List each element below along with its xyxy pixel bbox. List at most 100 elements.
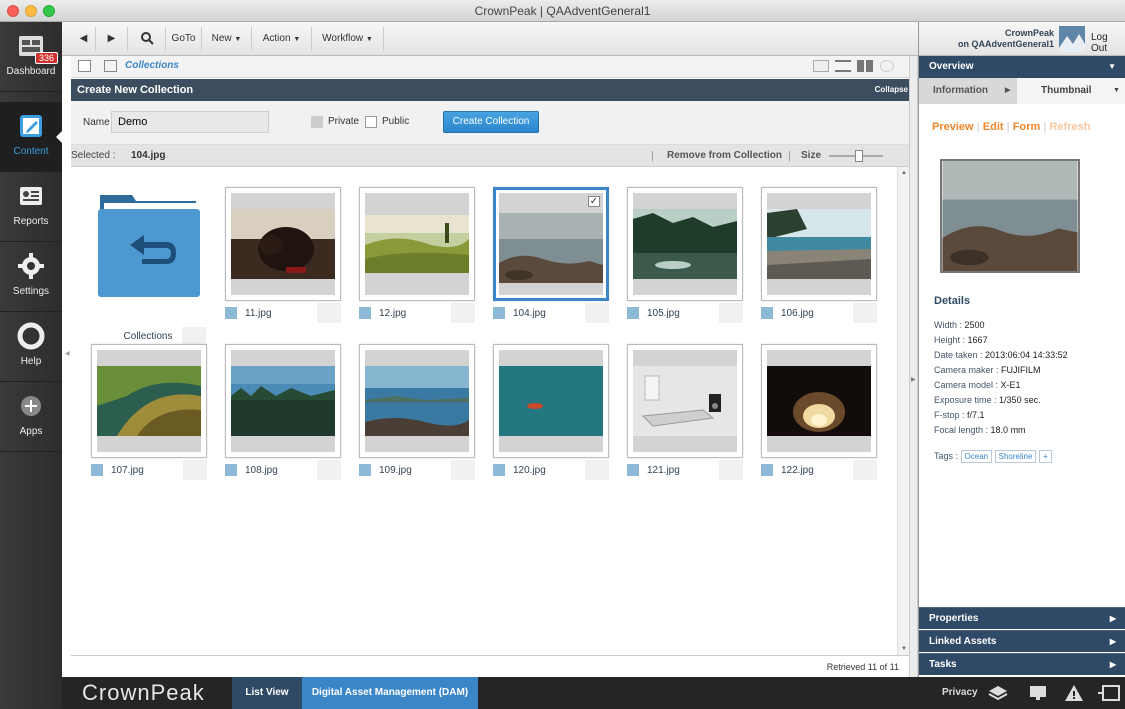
tag-ocean[interactable]: Ocean [960, 450, 993, 463]
collection-name-input[interactable] [111, 111, 269, 133]
workflow-menu-button[interactable]: Workflow ▼ [312, 27, 384, 51]
close-window-button[interactable] [7, 5, 19, 17]
asset-tile[interactable] [359, 344, 475, 458]
asset-tile[interactable] [359, 187, 475, 301]
detail-value: f/7.1 [967, 410, 985, 420]
refresh-link[interactable]: Refresh [1049, 121, 1090, 133]
tasks-section[interactable]: Tasks ▶ [919, 653, 1125, 675]
back-button[interactable]: ◀ [72, 27, 96, 51]
asset-checkbox[interactable] [225, 307, 237, 319]
asset-checkbox[interactable] [359, 464, 371, 476]
tab-information-label: Information [933, 85, 988, 96]
caption-box [719, 303, 743, 323]
lake-forest-thumbnail [231, 366, 335, 436]
warning-icon[interactable] [1064, 683, 1084, 703]
new-menu-button[interactable]: New ▼ [202, 27, 252, 51]
collections-folder[interactable] [96, 187, 200, 299]
linked-assets-label: Linked Assets [929, 636, 997, 647]
add-tag-button[interactable]: + [1038, 450, 1052, 463]
asset-checkbox[interactable] [493, 307, 505, 319]
asset-tile-selected[interactable]: ✓ [493, 187, 609, 301]
grid-toggle-icon[interactable] [104, 60, 117, 72]
dog-thumbnail [231, 209, 335, 279]
asset-checkbox[interactable] [627, 307, 639, 319]
forward-button[interactable]: ▶ [96, 27, 128, 51]
asset-tile[interactable] [91, 344, 207, 458]
edit-link[interactable]: Edit [983, 121, 1004, 133]
asset-tile[interactable] [493, 344, 609, 458]
tab-information[interactable]: Information ▶ [919, 78, 1017, 104]
asset-checkbox[interactable] [225, 464, 237, 476]
search-button[interactable] [128, 27, 166, 51]
asset-tile[interactable] [225, 187, 341, 301]
remove-from-collection-link[interactable]: Remove from Collection [667, 145, 782, 167]
asset-checkbox[interactable] [91, 464, 103, 476]
action-menu-button[interactable]: Action ▼ [252, 27, 312, 51]
asset-filename: 106.jpg [781, 308, 814, 319]
asset-caption: 107.jpg [91, 460, 207, 480]
asset-checkbox[interactable] [627, 464, 639, 476]
asset-tile[interactable] [225, 344, 341, 458]
logout-link[interactable]: Log Out [1091, 32, 1125, 54]
scroll-up-icon[interactable]: ▲ [901, 170, 907, 176]
tab-thumbnail[interactable]: Thumbnail ▼ [1017, 78, 1125, 104]
preview-link[interactable]: Preview [932, 121, 974, 133]
brand-logo: CrownPeak [82, 680, 205, 705]
expand-right-icon[interactable]: ▶ [911, 376, 916, 383]
preview-image [940, 159, 1080, 273]
asset-caption: 12.jpg [359, 303, 475, 323]
nav-dashboard[interactable]: 336 Dashboard [0, 22, 62, 92]
overview-section[interactable]: Overview ▼ [919, 56, 1125, 78]
name-label: Name [83, 117, 110, 128]
panel-splitter[interactable]: ▶ [909, 56, 918, 677]
status-bar: Retrieved 11 of 11 [71, 655, 909, 677]
asset-checkbox[interactable] [761, 464, 773, 476]
form-link[interactable]: Form [1013, 121, 1041, 133]
nav-apps[interactable]: Apps [0, 382, 62, 452]
asset-photo [231, 193, 335, 295]
grid-scrollbar[interactable]: ▲ ▼ [897, 167, 909, 655]
fullscreen-icon[interactable] [1098, 683, 1122, 703]
asset-photo [231, 350, 335, 452]
monitor-icon[interactable] [1028, 684, 1048, 702]
breadcrumb-bar: Collections [71, 56, 918, 78]
breadcrumb[interactable]: Collections [125, 60, 179, 71]
linked-assets-section[interactable]: Linked Assets ▶ [919, 630, 1125, 652]
asset-tile[interactable] [627, 344, 743, 458]
collapse-link[interactable]: Collapse [875, 79, 908, 101]
asset-checkbox[interactable] [359, 307, 371, 319]
goto-button[interactable]: GoTo [166, 27, 202, 51]
create-collection-button[interactable]: Create Collection [443, 111, 539, 133]
dam-tab[interactable]: Digital Asset Management (DAM) [302, 677, 478, 709]
scroll-down-icon[interactable]: ▼ [901, 646, 907, 652]
collapse-left-icon[interactable]: ◀ [65, 350, 70, 357]
list-view-tab[interactable]: List View [232, 677, 302, 709]
asset-filename: 109.jpg [379, 465, 412, 476]
public-checkbox[interactable] [365, 116, 377, 128]
asset-tile[interactable] [761, 344, 877, 458]
eye-icon[interactable] [880, 60, 894, 72]
asset-checkbox[interactable] [493, 464, 505, 476]
nav-content[interactable]: Content [0, 102, 63, 172]
asset-tile[interactable] [761, 187, 877, 301]
properties-section[interactable]: Properties ▶ [919, 607, 1125, 629]
privacy-link[interactable]: Privacy [942, 687, 978, 698]
detail-value: X-E1 [1000, 380, 1021, 390]
layers-icon[interactable] [988, 684, 1008, 702]
tile-view-icon[interactable] [813, 60, 829, 72]
nav-settings[interactable]: Settings [0, 242, 62, 312]
minimize-window-button[interactable] [25, 5, 37, 17]
nav-help[interactable]: Help [0, 312, 62, 382]
list-view-icon[interactable] [835, 60, 851, 72]
asset-checkbox[interactable] [761, 307, 773, 319]
private-checkbox[interactable] [311, 116, 323, 128]
size-slider-thumb[interactable] [855, 150, 863, 162]
asset-tile[interactable] [627, 187, 743, 301]
check-icon[interactable]: ✓ [588, 196, 600, 207]
view-toggle-icon[interactable] [78, 60, 91, 72]
nav-reports[interactable]: Reports [0, 172, 62, 242]
avatar[interactable] [1059, 26, 1085, 52]
zoom-window-button[interactable] [43, 5, 55, 17]
tag-shoreline[interactable]: Shoreline [994, 450, 1037, 463]
thumbnail-view-icon[interactable] [857, 60, 873, 72]
